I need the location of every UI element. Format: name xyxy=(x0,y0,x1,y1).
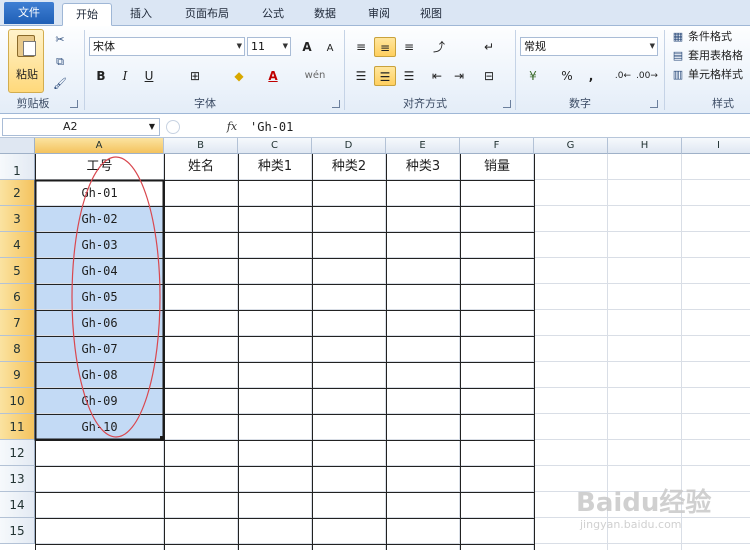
clipboard-group-label: 剪贴板 xyxy=(16,97,50,110)
tab-view[interactable]: 视图 xyxy=(408,3,454,26)
chevron-down-icon: ▼ xyxy=(236,42,242,50)
name-box-value: A2 xyxy=(63,120,78,133)
tab-page-layout[interactable]: 页面布局 xyxy=(172,3,242,26)
name-box[interactable]: A2 ▼ xyxy=(2,118,160,136)
clipboard-launcher-icon[interactable] xyxy=(70,100,78,108)
underline-button[interactable]: U xyxy=(138,66,160,86)
borders-icon[interactable]: ⊞ xyxy=(184,66,206,86)
percent-button[interactable]: % xyxy=(556,66,578,86)
decrease-decimal-icon[interactable]: .00→ xyxy=(636,66,658,86)
paper-icon xyxy=(23,41,36,56)
currency-icon[interactable]: ¥ xyxy=(522,66,544,86)
orientation-icon[interactable]: ⤴ xyxy=(428,37,450,57)
align-middle-icon[interactable]: ≡ xyxy=(374,37,396,57)
tab-data[interactable]: 数据 xyxy=(302,3,348,26)
tab-review[interactable]: 审阅 xyxy=(356,3,402,26)
alignment-launcher-icon[interactable] xyxy=(503,100,511,108)
shrink-font-button[interactable]: A xyxy=(319,39,341,59)
decrease-indent-icon[interactable]: ⇤ xyxy=(426,66,448,86)
chevron-down-icon: ▼ xyxy=(649,42,655,50)
styles-group-label: 样式 xyxy=(712,97,734,110)
tab-home[interactable]: 开始 xyxy=(62,3,112,26)
font-size-select[interactable]: 11 ▼ xyxy=(247,37,291,56)
group-divider xyxy=(84,30,85,110)
comma-button[interactable]: , xyxy=(580,66,602,86)
formula-bar-handle-icon xyxy=(166,120,180,134)
cell-styles-icon: ▥ xyxy=(672,68,684,81)
align-bottom-icon[interactable]: ≡ xyxy=(398,37,420,57)
worksheet-grid[interactable]: A B C D E F G H I 1 2 3 4 5 6 7 8 9 10 1… xyxy=(0,138,750,550)
font-launcher-icon[interactable] xyxy=(332,100,340,108)
alignment-group-label: 对齐方式 xyxy=(403,97,447,110)
number-format-value: 常规 xyxy=(524,40,546,53)
align-center-icon[interactable]: ☰ xyxy=(374,66,396,86)
excel-window: 文件 开始 插入 页面布局 公式 数据 审阅 视图 粘贴 ✂ ⧉ 🖌 剪贴板 宋… xyxy=(0,0,750,550)
cut-icon[interactable]: ✂ xyxy=(52,32,68,48)
insert-function-button[interactable]: fx xyxy=(222,119,242,135)
font-group-label: 字体 xyxy=(194,97,216,110)
tab-formulas[interactable]: 公式 xyxy=(250,3,296,26)
number-launcher-icon[interactable] xyxy=(650,100,658,108)
bold-button[interactable]: B xyxy=(90,66,112,86)
grow-font-button[interactable]: A xyxy=(296,37,318,57)
font-color-icon[interactable]: A xyxy=(262,66,284,86)
font-size-value: 11 xyxy=(251,40,265,53)
font-name-select[interactable]: 宋体 ▼ xyxy=(89,37,245,56)
tab-file[interactable]: 文件 xyxy=(4,2,54,24)
conditional-format-button[interactable]: 条件格式 xyxy=(688,29,732,45)
merge-center-icon[interactable]: ⊟ xyxy=(478,66,500,86)
align-left-icon[interactable]: ☰ xyxy=(350,66,372,86)
annotation-ellipse xyxy=(71,156,161,438)
format-as-table-button[interactable]: 套用表格格 xyxy=(688,48,743,64)
increase-indent-icon[interactable]: ⇥ xyxy=(448,66,470,86)
group-divider xyxy=(515,30,516,110)
paste-button[interactable]: 粘贴 xyxy=(8,29,44,93)
align-top-icon[interactable]: ≡ xyxy=(350,37,372,57)
paste-label: 粘贴 xyxy=(16,68,38,81)
group-divider xyxy=(344,30,345,110)
copy-icon[interactable]: ⧉ xyxy=(52,54,68,70)
formula-bar: A2 ▼ fx 'Gh-01 xyxy=(0,116,750,138)
chevron-down-icon: ▼ xyxy=(148,122,155,131)
ribbon-tab-bar: 文件 开始 插入 页面布局 公式 数据 审阅 视图 xyxy=(0,0,750,26)
fill-color-icon[interactable]: ◆ xyxy=(228,66,250,86)
format-painter-icon[interactable]: 🖌 xyxy=(52,76,68,92)
formula-input[interactable]: 'Gh-01 xyxy=(250,118,748,136)
watermark-main: Baidu经验 xyxy=(576,488,712,518)
table-format-icon: ▤ xyxy=(672,49,684,62)
align-right-icon[interactable]: ☰ xyxy=(398,66,420,86)
chevron-down-icon: ▼ xyxy=(282,42,288,50)
italic-button[interactable]: I xyxy=(114,66,136,86)
cell-styles-button[interactable]: 单元格样式 xyxy=(688,67,743,83)
phonetic-icon[interactable]: wén xyxy=(304,66,326,86)
font-name-value: 宋体 xyxy=(93,40,115,53)
group-divider xyxy=(664,30,665,110)
number-group-label: 数字 xyxy=(569,97,591,110)
watermark: Baidu经验 jingyan.baidu.com xyxy=(576,478,746,544)
wrap-text-icon[interactable]: ↵ xyxy=(478,37,500,57)
ribbon-home: 粘贴 ✂ ⧉ 🖌 剪贴板 宋体 ▼ 11 ▼ A A B I U ⊞ ◆ A wén… xyxy=(0,26,750,114)
watermark-sub: jingyan.baidu.com xyxy=(580,518,682,531)
tab-insert[interactable]: 插入 xyxy=(118,3,164,26)
increase-decimal-icon[interactable]: .0← xyxy=(612,66,634,86)
number-format-select[interactable]: 常规 ▼ xyxy=(520,37,658,56)
conditional-format-icon: ▦ xyxy=(672,30,684,43)
